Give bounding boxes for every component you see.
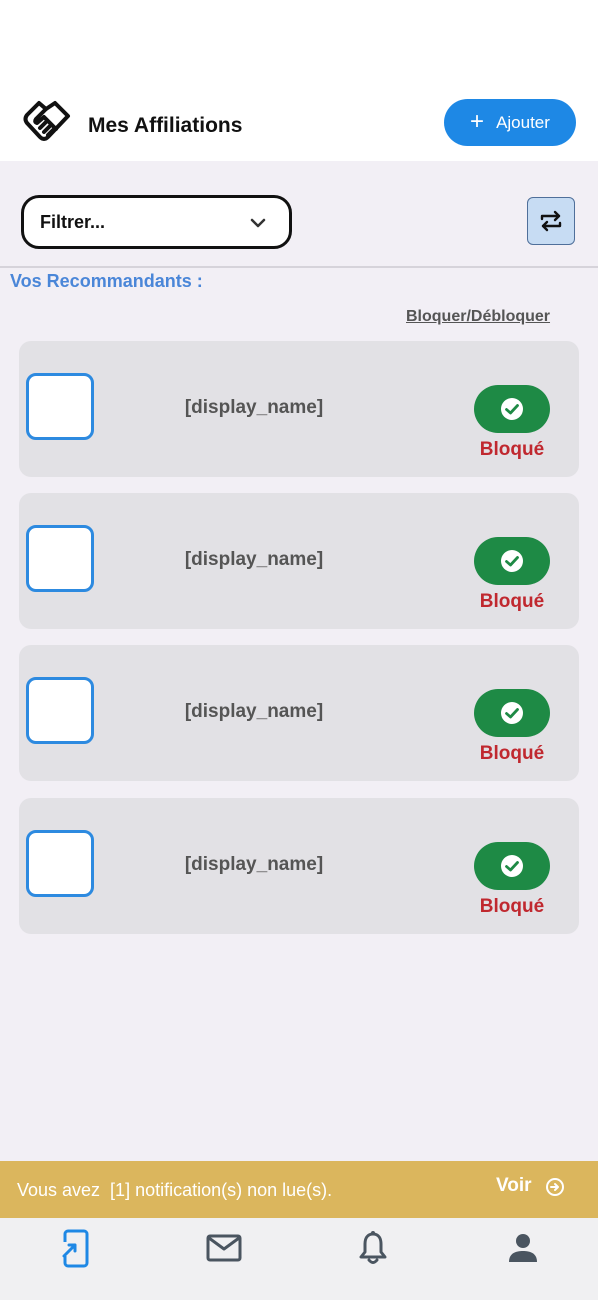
add-button[interactable]: + Ajouter (444, 99, 576, 146)
notification-text: Vous avez [1] notification(s) non lue(s)… (17, 1180, 333, 1200)
status-badge: Bloqué (479, 439, 545, 460)
section-title: Vos Recommandants : (10, 271, 203, 291)
list-item: [display_name] Bloqué (19, 798, 579, 934)
display-name: [display_name] (184, 854, 324, 875)
check-circle-icon (501, 398, 523, 420)
list-item: [display_name] Bloqué (19, 493, 579, 629)
divider (0, 266, 598, 268)
handshake-icon (23, 101, 70, 141)
add-button-label: Ajouter (496, 112, 550, 132)
chevron-down-icon (250, 218, 266, 228)
select-checkbox[interactable] (26, 373, 94, 440)
list-item: [display_name] Bloqué (19, 341, 579, 477)
select-checkbox[interactable] (26, 677, 94, 744)
status-badge: Bloqué (479, 896, 545, 917)
list-item: [display_name] Bloqué (19, 645, 579, 781)
affiliations-screen: Mes Affiliations + Ajouter Filtrer... Vo… (0, 0, 598, 1300)
nav-messages[interactable] (204, 1228, 244, 1268)
app-header: Mes Affiliations + Ajouter (0, 0, 598, 161)
swap-button[interactable] (527, 197, 575, 245)
check-circle-icon (501, 550, 523, 572)
display-name: [display_name] (184, 701, 324, 722)
check-circle-icon (501, 702, 523, 724)
check-circle-icon (501, 855, 523, 877)
page-title: Mes Affiliations (88, 114, 243, 137)
nav-notifications[interactable] (353, 1228, 393, 1268)
block-toggle[interactable] (474, 689, 550, 737)
block-toggle[interactable] (474, 385, 550, 433)
person-icon (509, 1234, 537, 1262)
display-name: [display_name] (184, 397, 324, 418)
mail-icon (206, 1234, 242, 1262)
status-badge: Bloqué (479, 743, 545, 764)
block-toggle[interactable] (474, 537, 550, 585)
swap-arrows-icon (540, 210, 562, 232)
bell-icon (359, 1231, 387, 1264)
phone-share-icon (60, 1229, 89, 1268)
filter-select[interactable]: Filtrer... (21, 195, 292, 249)
view-notifications-button[interactable]: Voir (496, 1175, 532, 1197)
block-toggle[interactable] (474, 842, 550, 890)
block-unblock-link[interactable]: Bloquer/Débloquer (406, 308, 550, 326)
select-checkbox[interactable] (26, 525, 94, 592)
notification-bar: Vous avez [1] notification(s) non lue(s)… (0, 1161, 598, 1218)
display-name: [display_name] (184, 549, 324, 570)
bottom-nav (0, 1218, 598, 1300)
nav-affiliations[interactable] (55, 1228, 95, 1268)
arrow-right-circle-icon[interactable] (545, 1177, 565, 1197)
select-checkbox[interactable] (26, 830, 94, 897)
status-badge: Bloqué (479, 591, 545, 612)
filter-placeholder: Filtrer... (40, 211, 106, 232)
nav-profile[interactable] (503, 1228, 543, 1268)
plus-icon: + (470, 107, 485, 135)
